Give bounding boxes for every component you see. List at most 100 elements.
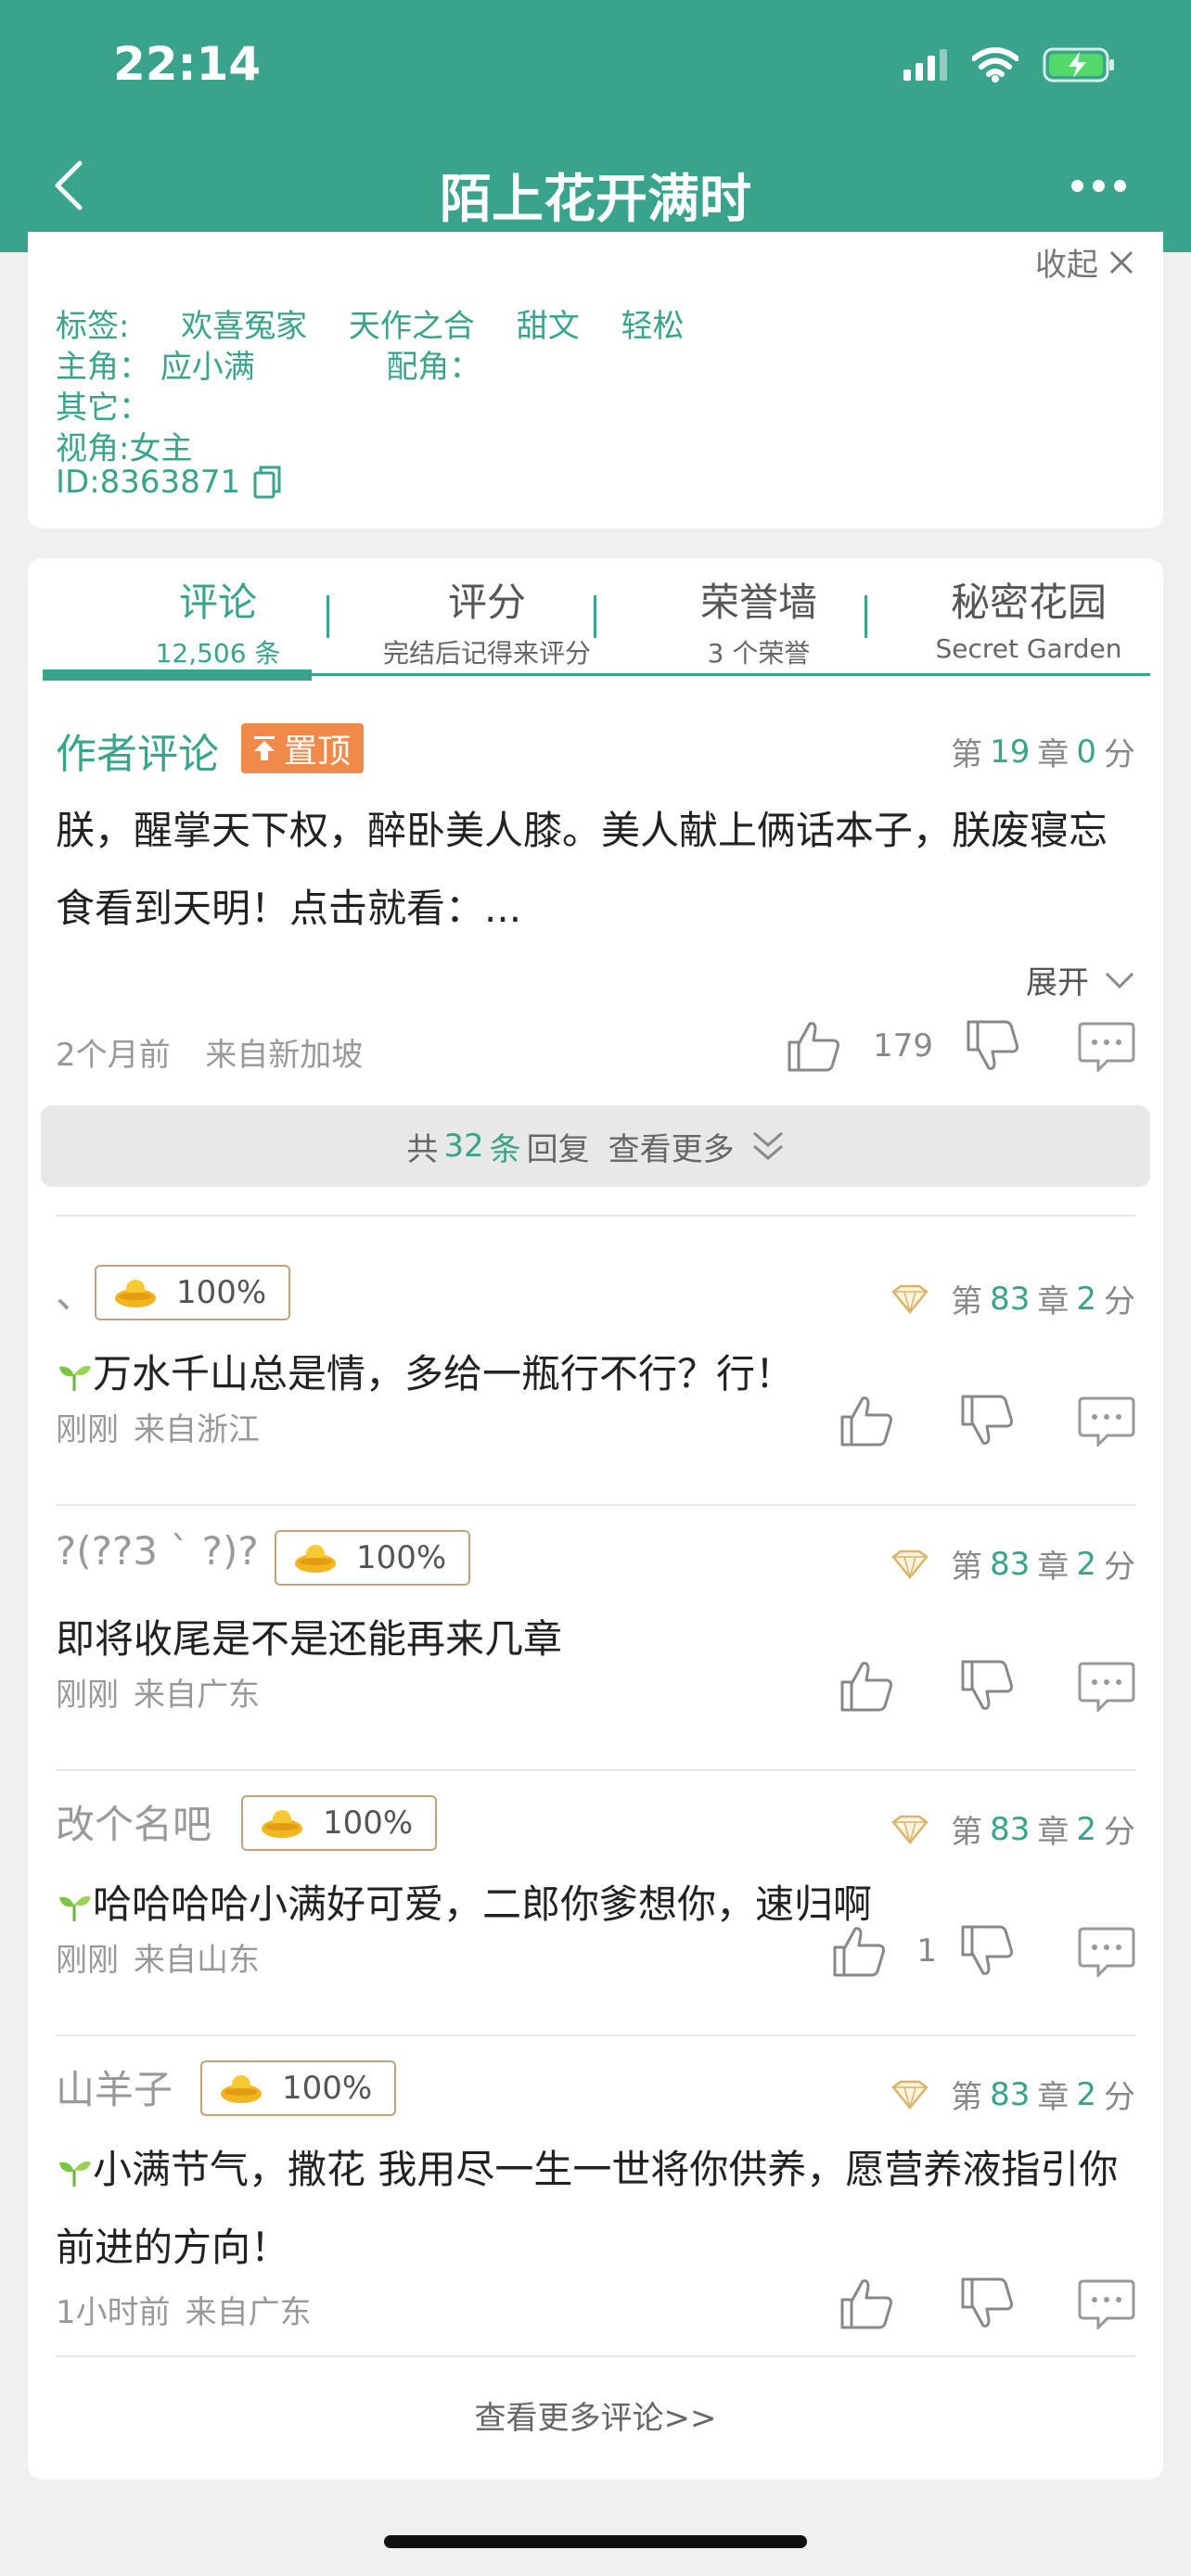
- score-suffix: 分: [1104, 2079, 1135, 2116]
- comment-actions: [839, 2276, 1135, 2331]
- thumbs-down-icon[interactable]: [965, 1018, 1020, 1074]
- home-indicator: [384, 2535, 807, 2548]
- battery-charging-icon: [1043, 47, 1114, 83]
- view-more-comments-link[interactable]: 查看更多评论>>: [28, 2392, 1163, 2438]
- vip-diamond-icon: [891, 1284, 928, 1314]
- comment-username[interactable]: ?(??3 ` ?)?: [56, 1528, 259, 1574]
- comment-username[interactable]: 山羊子: [56, 2059, 173, 2115]
- view-replies-bar[interactable]: 共 32 条 回复 查看更多: [41, 1105, 1150, 1187]
- pin-arrow-icon: [254, 736, 275, 760]
- vip-diamond-icon: [891, 1549, 928, 1579]
- divider: [56, 1504, 1135, 1506]
- reply-comment-icon[interactable]: [1078, 2277, 1135, 2329]
- sprout-icon: [59, 2162, 91, 2187]
- thumbs-down-icon[interactable]: [959, 2276, 1015, 2331]
- reader-rank-badge: 100%: [275, 1530, 471, 1586]
- tab-label: 秘密花园: [950, 580, 1107, 625]
- thumbs-up-icon[interactable]: [786, 1018, 841, 1074]
- expand-button[interactable]: 展开: [1026, 957, 1135, 1002]
- score-number: 2: [1076, 1545, 1096, 1583]
- tag-item[interactable]: 天作之合: [349, 308, 475, 345]
- tags-row: 标签: 欢喜冤家 天作之合 甜文 轻松: [56, 300, 685, 346]
- tag-item[interactable]: 甜文: [517, 308, 580, 345]
- chapter-prefix: 第: [951, 2079, 983, 2116]
- chapter-prefix: 第: [951, 1814, 983, 1851]
- badge-value: 100%: [282, 2070, 373, 2107]
- pinned-label: 置顶: [284, 733, 352, 771]
- thumbs-up-icon[interactable]: [831, 1923, 887, 1979]
- tab-rating[interactable]: 评分 完结后记得来评分: [352, 571, 621, 670]
- comment-location: 来自广东: [134, 1677, 260, 1714]
- score-number: 2: [1076, 1280, 1096, 1318]
- chapter-prefix: 第: [951, 736, 983, 773]
- score-suffix: 分: [1104, 1283, 1135, 1320]
- badge-value: 100%: [356, 1539, 447, 1576]
- tab-label: 评分: [447, 580, 526, 625]
- copy-icon[interactable]: [253, 465, 281, 499]
- tab-divider: [864, 595, 867, 638]
- author-comment-title: 作者评论: [56, 731, 219, 778]
- thumbs-up-icon[interactable]: [839, 2276, 894, 2331]
- tab-secret-garden[interactable]: 秘密花园 Secret Garden: [894, 571, 1163, 664]
- score-number: 2: [1076, 1810, 1096, 1848]
- divider: [56, 1215, 1135, 1217]
- comment-actions: 1: [831, 1923, 1135, 1979]
- sprout-icon: [59, 1366, 91, 1391]
- comment-text: 万水千山总是情，多给一瓶行不行？行！: [93, 1351, 795, 1396]
- lead-value[interactable]: 应小满: [160, 349, 255, 386]
- reply-comment-icon[interactable]: [1078, 1395, 1135, 1447]
- thumbs-up-icon[interactable]: [839, 1393, 894, 1448]
- thumbs-down-icon[interactable]: [959, 1923, 1015, 1979]
- collapse-button[interactable]: 收起: [1035, 239, 1135, 285]
- wifi-icon: [972, 47, 1018, 83]
- comment-time: 2个月前: [56, 1037, 171, 1074]
- comment-username[interactable]: 改个名吧: [56, 1793, 211, 1850]
- comment-time: 1小时前: [56, 2294, 171, 2331]
- chapter-number: 83: [990, 2075, 1031, 2113]
- reply-comment-icon[interactable]: [1078, 1660, 1135, 1712]
- comment-text-block[interactable]: 小满节气，撒花 我用尽一生一世将你供养，愿营养液指引你前进的方向！: [56, 2131, 1132, 2287]
- vip-diamond-icon: [891, 1815, 928, 1844]
- chapter-suffix: 章: [1037, 1814, 1069, 1851]
- chapter-number: 83: [990, 1280, 1031, 1318]
- reader-rank-badge: 100%: [241, 1795, 438, 1851]
- active-tab-indicator: [43, 670, 312, 681]
- reader-rank-badge: 100%: [95, 1265, 291, 1320]
- tab-sub: 完结后记得来评分: [382, 638, 591, 669]
- tab-comments[interactable]: 评论 12,506 条: [83, 571, 352, 670]
- close-icon: [1109, 250, 1133, 274]
- more-menu-icon[interactable]: [1071, 180, 1126, 192]
- vip-diamond-icon: [891, 2080, 928, 2110]
- replies-mid: 回复: [526, 1130, 590, 1168]
- id-row: ID:8363871: [56, 464, 281, 501]
- tab-honor-wall[interactable]: 荣誉墙 3 个荣誉: [624, 571, 893, 670]
- comment-actions: [839, 1658, 1135, 1714]
- comment-username[interactable]: 、: [56, 1263, 95, 1320]
- roles-row: 主角： 应小满 配角：: [56, 341, 480, 387]
- comment-time-location: 刚刚 来自山东: [56, 1934, 260, 1980]
- thumbs-down-icon[interactable]: [959, 1393, 1015, 1448]
- expand-label: 展开: [1026, 964, 1089, 1001]
- other-label: 其它：: [56, 389, 150, 427]
- tag-item[interactable]: 轻松: [621, 308, 685, 345]
- replies-prefix: 共: [406, 1130, 439, 1168]
- thumbs-up-icon[interactable]: [839, 1658, 894, 1714]
- reply-comment-icon[interactable]: [1078, 1925, 1135, 1977]
- comment-text: 即将收尾是不是还能再来几章: [56, 1616, 563, 1662]
- app-header: 22:14 陌上花开满时: [0, 0, 1191, 252]
- reply-comment-icon[interactable]: [1078, 1020, 1135, 1072]
- badge-value: 100%: [176, 1274, 267, 1311]
- tab-sub: Secret Garden: [935, 633, 1122, 664]
- comment-chapter-score: 第 83 章 2 分: [891, 1276, 1135, 1321]
- divider: [56, 2034, 1135, 2036]
- tag-item[interactable]: 欢喜冤家: [181, 308, 307, 345]
- chevron-down-icon: [1105, 972, 1134, 988]
- author-comment-body[interactable]: 朕，醒掌天下权，醉卧美人膝。美人献上俩话本子，朕废寝忘食看到天明！点击就看：..…: [56, 792, 1132, 948]
- score-suffix: 分: [1104, 736, 1135, 773]
- double-chevron-down-icon: [752, 1131, 783, 1160]
- divider: [56, 2355, 1135, 2357]
- tab-divider: [327, 595, 329, 638]
- view-more-label: 查看更多: [608, 1130, 735, 1168]
- status-time: 22:14: [113, 37, 262, 91]
- thumbs-down-icon[interactable]: [959, 1658, 1015, 1714]
